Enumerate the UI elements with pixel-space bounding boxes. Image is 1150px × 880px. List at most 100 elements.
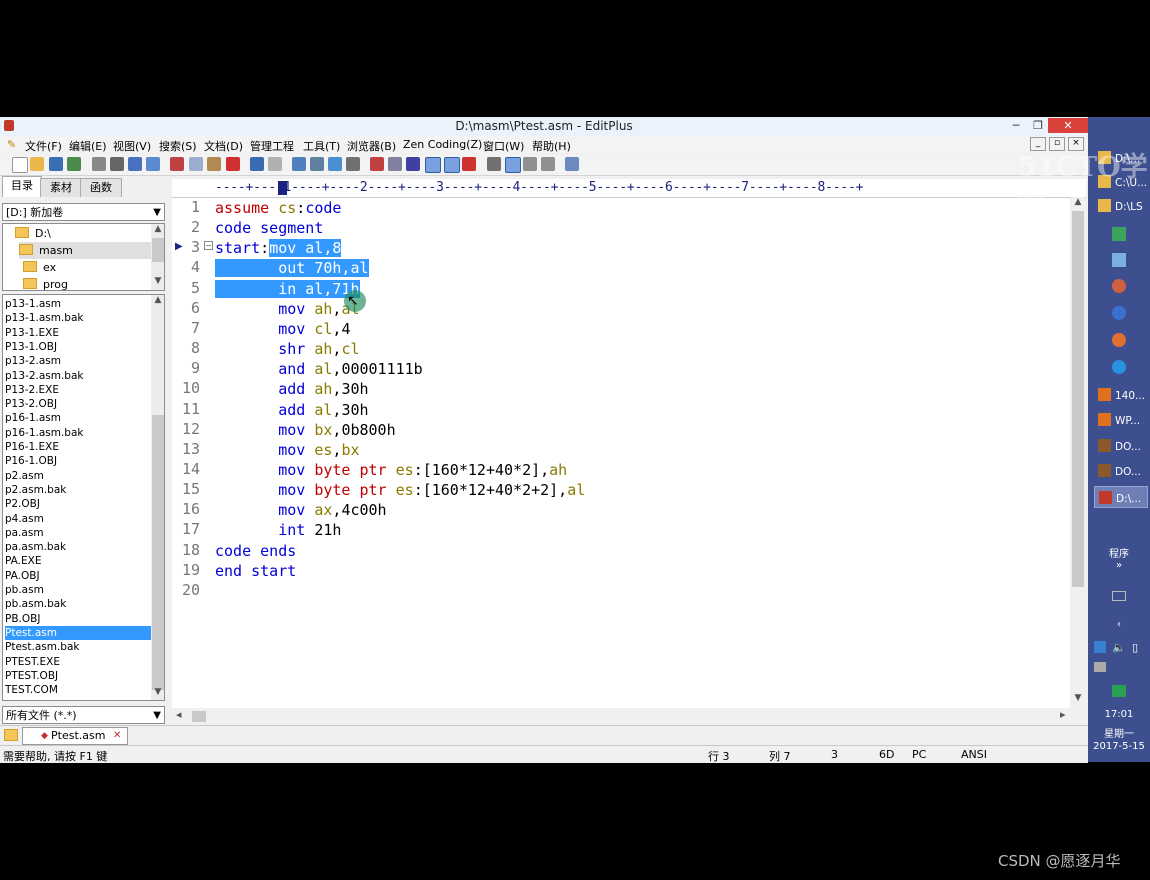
open-folder-icon[interactable] xyxy=(30,157,44,171)
refresh-icon[interactable] xyxy=(146,157,160,171)
volume-icon[interactable]: 🔈 xyxy=(1112,641,1126,654)
code-line[interactable]: end start xyxy=(215,561,296,581)
editor-hscroll-thumb[interactable] xyxy=(192,711,206,722)
menu-window[interactable]: 窗口(W) xyxy=(483,138,524,154)
editor-vscroll-thumb[interactable] xyxy=(1072,211,1084,587)
code-editor[interactable]: 1 2 3 4 5 6 7 8 9 10 11 12 13 14 15 16 17 18 19 20 assume c… xyxy=(172,198,1070,708)
code-line[interactable]: code segment xyxy=(215,218,323,238)
code-line[interactable]: mov ax,4c00h xyxy=(215,500,386,520)
file-list-item[interactable]: p4.asm xyxy=(5,512,153,526)
menu-document[interactable]: 文档(D) xyxy=(204,138,243,154)
menu-search[interactable]: 搜索(S) xyxy=(159,138,197,154)
spell-check-icon[interactable] xyxy=(462,157,476,171)
restore-button[interactable]: ❐ xyxy=(1030,118,1046,133)
paste-icon[interactable] xyxy=(207,157,221,171)
scroll-down-icon[interactable]: ▼ xyxy=(151,687,164,697)
taskbar-item[interactable]: WP... xyxy=(1094,409,1148,431)
keyboard-icon[interactable] xyxy=(1112,591,1126,601)
taskbar-item[interactable]: DO... xyxy=(1094,435,1148,457)
menu-browser[interactable]: 浏览器(B) xyxy=(347,138,396,154)
file-list-item[interactable]: p13-2.asm xyxy=(5,354,153,368)
line-number-icon[interactable] xyxy=(425,157,441,173)
file-list-item[interactable]: p16-1.asm.bak xyxy=(5,426,153,440)
file-list-item[interactable]: TEST.COM xyxy=(5,683,153,697)
find-in-files-icon[interactable] xyxy=(328,157,342,171)
signal-icon[interactable] xyxy=(1094,662,1106,672)
file-list-item[interactable]: p2.asm.bak xyxy=(5,483,153,497)
drive-select[interactable]: [D:] 新加卷 ▼ xyxy=(2,203,165,221)
menu-project[interactable]: 管理工程 xyxy=(250,138,294,154)
delete-icon[interactable] xyxy=(226,157,240,171)
save-icon[interactable] xyxy=(49,157,63,171)
file-list-item[interactable]: pb.asm xyxy=(5,583,153,597)
file-list-scroll-thumb[interactable] xyxy=(152,415,164,690)
scroll-right-icon[interactable]: ▸ xyxy=(1060,708,1066,721)
programs-label[interactable]: 程序 xyxy=(1088,545,1150,560)
code-line[interactable]: and al,00001111b xyxy=(215,359,423,379)
battery-icon[interactable]: ▯ xyxy=(1132,641,1138,654)
folder-icon[interactable] xyxy=(4,729,18,741)
file-list-scrollbar[interactable]: ▲ ▼ xyxy=(151,295,164,700)
undo-icon[interactable] xyxy=(250,157,264,171)
print-preview-icon[interactable] xyxy=(92,157,106,171)
help-icon[interactable] xyxy=(565,157,579,171)
menu-zen-coding[interactable]: Zen Coding(Z) xyxy=(403,138,482,151)
tree-item-ex[interactable]: ex xyxy=(23,259,56,276)
clock-date[interactable]: 2017-5-15 xyxy=(1088,741,1150,752)
word-wrap-icon[interactable] xyxy=(406,157,420,171)
code-line[interactable]: mov byte ptr es:[160*12+40*2],ah xyxy=(215,460,567,480)
editor-horizontal-scrollbar[interactable]: ◂ ▸ xyxy=(172,708,1070,724)
minimize-button[interactable]: ─ xyxy=(1002,118,1030,133)
find-icon[interactable] xyxy=(292,157,306,171)
app-icon[interactable] xyxy=(1112,306,1126,320)
cut-icon[interactable] xyxy=(170,157,184,171)
file-list-item[interactable]: p2.asm xyxy=(5,469,153,483)
file-list-item[interactable]: PA.EXE xyxy=(5,554,153,568)
file-list-item[interactable]: P13-2.EXE xyxy=(5,383,153,397)
app-icon[interactable] xyxy=(1112,279,1126,293)
file-list-item[interactable]: Ptest.asm xyxy=(5,625,153,641)
directory-window-icon[interactable] xyxy=(487,157,501,171)
tree-scrollbar[interactable]: ▲ ▼ xyxy=(151,224,164,290)
file-list-item[interactable]: p16-1.asm xyxy=(5,411,153,425)
tree-item-root[interactable]: D:\ xyxy=(15,225,51,242)
menu-view[interactable]: 视图(V) xyxy=(113,138,151,154)
network-tray-icon[interactable] xyxy=(1094,641,1106,653)
tab-functions[interactable]: 函数 xyxy=(80,178,122,197)
taskbar-item-active[interactable]: D:\... xyxy=(1094,486,1148,508)
input-method-icon[interactable] xyxy=(1112,685,1126,697)
menu-file[interactable]: 文件(F) xyxy=(25,138,62,154)
browser-icon[interactable] xyxy=(523,157,537,171)
goto-line-icon[interactable] xyxy=(346,157,360,171)
app-icon[interactable] xyxy=(1112,253,1126,267)
code-line[interactable]: int 21h xyxy=(215,520,341,540)
tab-close-icon[interactable]: ✕ xyxy=(113,728,121,744)
output-window-icon[interactable] xyxy=(505,157,521,173)
scroll-down-icon[interactable]: ▼ xyxy=(1071,693,1085,703)
code-line[interactable]: mov es,bx xyxy=(215,440,359,460)
chevron-down-icon[interactable]: » xyxy=(1088,560,1150,571)
file-list-item[interactable]: pb.asm.bak xyxy=(5,597,153,611)
file-list-item[interactable]: p13-1.asm xyxy=(5,297,153,311)
tree-scroll-thumb[interactable] xyxy=(152,238,164,262)
editor-vertical-scrollbar[interactable]: ▲ ▼ xyxy=(1071,197,1085,707)
taskbar-item[interactable]: DO... xyxy=(1094,460,1148,482)
file-list-item[interactable]: pa.asm.bak xyxy=(5,540,153,554)
file-list-item[interactable]: P13-1.EXE xyxy=(5,326,153,340)
copy-icon[interactable] xyxy=(189,157,203,171)
firefox-icon[interactable] xyxy=(1112,333,1126,347)
replace-icon[interactable] xyxy=(310,157,324,171)
code-line[interactable]: code ends xyxy=(215,541,296,561)
document-tab-ptest[interactable]: ◆ Ptest.asm ✕ xyxy=(22,727,128,745)
file-list-item[interactable]: PTEST.OBJ xyxy=(5,669,153,683)
file-list-item[interactable]: PA.OBJ xyxy=(5,569,153,583)
file-list-item[interactable]: P16-1.OBJ xyxy=(5,454,153,468)
code-line[interactable]: mov byte ptr es:[160*12+40*2+2],al xyxy=(215,480,585,500)
file-list-item[interactable]: PTEST.EXE xyxy=(5,655,153,669)
menu-edit[interactable]: 编辑(E) xyxy=(69,138,107,154)
ruler-toggle-icon[interactable] xyxy=(444,157,460,173)
file-list-item[interactable]: Ptest.asm.bak xyxy=(5,640,153,654)
app-icon[interactable] xyxy=(1112,360,1126,374)
hex-view-icon[interactable] xyxy=(388,157,402,171)
title-bar[interactable]: D:\masm\Ptest.asm - EditPlus ─ ❐ ✕ xyxy=(0,117,1088,137)
